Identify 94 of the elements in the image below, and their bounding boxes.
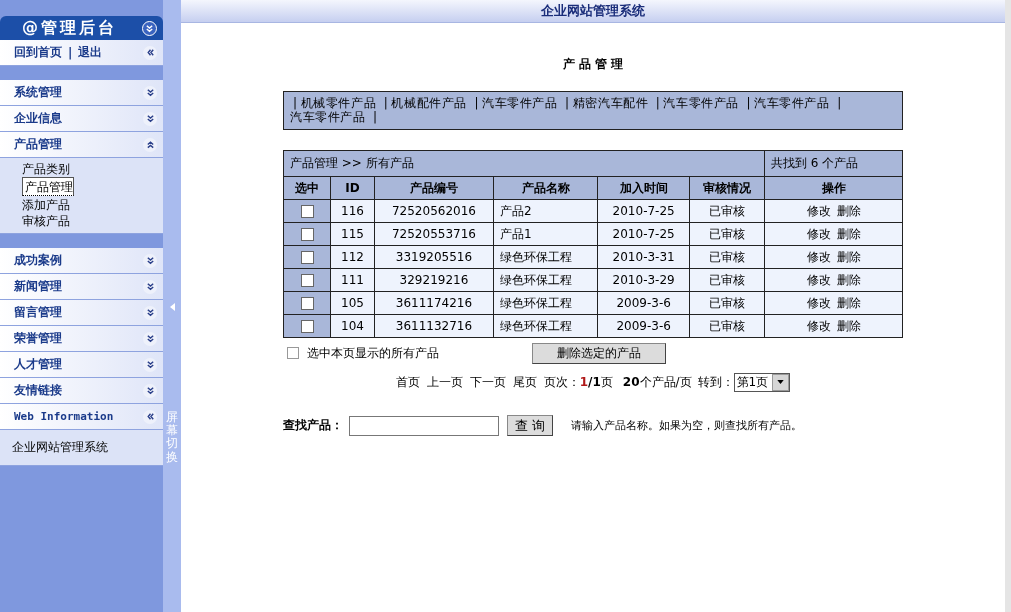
submenu-item[interactable]: 添加产品 bbox=[22, 197, 70, 213]
sidebar-section[interactable]: 企业信息 bbox=[0, 106, 163, 132]
sidebar-section[interactable]: 人才管理 bbox=[0, 352, 163, 378]
sidebar-section[interactable]: 成功案例 bbox=[0, 248, 163, 274]
quick-link[interactable]: 回到首页 bbox=[14, 44, 62, 61]
pagination-link[interactable]: 尾页 bbox=[512, 373, 537, 391]
current-page: 1 bbox=[579, 375, 589, 389]
sidebar-section[interactable]: 产品管理 bbox=[0, 132, 163, 158]
table-cell: 72520562016 bbox=[374, 199, 494, 223]
column-header: 产品编号 bbox=[374, 176, 494, 200]
page-select[interactable]: 第1页 bbox=[733, 372, 791, 392]
pagination-link[interactable]: 首页 bbox=[395, 373, 420, 391]
table-cell: 3611174216 bbox=[374, 291, 494, 315]
chevron-icon bbox=[143, 383, 157, 398]
action-link[interactable]: 修改 bbox=[806, 295, 831, 310]
submenu-item[interactable]: 审核产品 bbox=[22, 213, 70, 229]
pagination-link[interactable]: 上一页 bbox=[426, 373, 463, 391]
chevron-icon bbox=[143, 85, 157, 100]
sidebar-section[interactable]: 友情链接 bbox=[0, 378, 163, 404]
site-title: 企业网站管理系统 bbox=[541, 2, 645, 20]
chevron-icon bbox=[143, 253, 157, 268]
submenu-item[interactable]: 产品管理 bbox=[22, 177, 74, 196]
chevron-icon bbox=[143, 305, 157, 320]
table-cell: 72520553716 bbox=[374, 222, 494, 246]
sidebar-section[interactable]: 荣誉管理 bbox=[0, 326, 163, 352]
action-link[interactable]: 修改 bbox=[806, 226, 831, 241]
separator: | bbox=[293, 96, 298, 110]
result-count: 共找到 6 个产品 bbox=[764, 150, 903, 177]
delete-selected-button[interactable]: 删除选定的产品 bbox=[532, 342, 666, 364]
separator: | bbox=[565, 96, 570, 110]
sidebar-section[interactable]: 新闻管理 bbox=[0, 274, 163, 300]
row-checkbox[interactable] bbox=[300, 297, 314, 310]
row-checkbox[interactable] bbox=[300, 228, 314, 241]
chevron-icon bbox=[143, 357, 157, 372]
chevron-icon bbox=[143, 331, 157, 346]
action-link[interactable]: 删除 bbox=[836, 272, 861, 287]
row-checkbox[interactable] bbox=[300, 274, 314, 287]
sidebar-title: @管理后台 bbox=[22, 17, 117, 39]
action-link[interactable]: 修改 bbox=[806, 318, 831, 333]
separator: | bbox=[373, 110, 378, 124]
per-page-text: 20个产品/页 bbox=[622, 373, 692, 391]
submenu-item[interactable]: 产品类别 bbox=[22, 161, 70, 177]
row-checkbox[interactable] bbox=[300, 251, 314, 264]
sidebar-section[interactable]: Web Information bbox=[0, 404, 163, 430]
table-cell: 3611132716 bbox=[374, 314, 494, 338]
page-title: 产 品 管 理 bbox=[561, 56, 625, 73]
category-link[interactable]: 机械配件产品 bbox=[391, 96, 467, 110]
sidebar-section[interactable]: 系统管理 bbox=[0, 80, 163, 106]
table-cell: 329219216 bbox=[374, 268, 494, 292]
search-button[interactable]: 查 询 bbox=[507, 415, 553, 436]
category-link[interactable]: 汽车零件产品 bbox=[482, 96, 558, 110]
search-hint: 请输入产品名称。如果为空，则查找所有产品。 bbox=[571, 418, 802, 433]
separator: | bbox=[474, 96, 480, 110]
collapse-icon[interactable] bbox=[142, 20, 157, 36]
action-link[interactable]: 删除 bbox=[836, 249, 861, 264]
chevron-icon bbox=[143, 409, 157, 424]
chevron-icon bbox=[143, 279, 157, 294]
chevron-icon bbox=[143, 137, 157, 152]
select-all-label: 选中本页显示的所有产品 bbox=[307, 344, 439, 362]
chevron-icon bbox=[143, 111, 157, 126]
sidebar-section[interactable]: 留言管理 bbox=[0, 300, 163, 326]
category-link[interactable]: 汽车零件产品 bbox=[290, 110, 366, 124]
page-total: /1页 bbox=[588, 373, 613, 391]
quick-link[interactable]: 退出 bbox=[78, 44, 103, 61]
action-link[interactable]: 删除 bbox=[836, 318, 861, 333]
select-all-checkbox[interactable] bbox=[287, 347, 299, 359]
action-link[interactable]: 删除 bbox=[836, 203, 861, 218]
action-link[interactable]: 修改 bbox=[806, 249, 831, 264]
search-field[interactable] bbox=[349, 415, 499, 436]
row-checkbox[interactable] bbox=[300, 205, 314, 218]
action-link[interactable]: 修改 bbox=[806, 272, 831, 287]
separator: | bbox=[68, 45, 73, 60]
page-label: 页次： bbox=[543, 373, 580, 391]
column-header: 操作 bbox=[764, 176, 903, 200]
row-checkbox[interactable] bbox=[300, 320, 314, 333]
collapse-left-icon[interactable] bbox=[143, 45, 157, 60]
submenu-item[interactable]: 企业网站管理系统 bbox=[12, 439, 108, 455]
action-link[interactable]: 删除 bbox=[836, 226, 861, 241]
category-link[interactable]: 汽车零件产品 bbox=[663, 96, 739, 110]
action-link[interactable]: 删除 bbox=[836, 295, 861, 310]
separator: | bbox=[383, 96, 389, 110]
separator: | bbox=[837, 96, 842, 110]
category-link[interactable]: 汽车零件产品 bbox=[754, 96, 830, 110]
separator: | bbox=[746, 96, 752, 110]
table-cell: 3319205516 bbox=[374, 245, 494, 269]
action-link[interactable]: 修改 bbox=[806, 203, 831, 218]
pagination-link[interactable]: 下一页 bbox=[469, 373, 506, 391]
separator: | bbox=[655, 96, 661, 110]
category-link[interactable]: 机械零件产品 bbox=[300, 96, 377, 110]
search-label: 查找产品： bbox=[283, 417, 343, 434]
column-header: 选中 bbox=[283, 176, 331, 200]
category-link[interactable]: 精密汽车配件 bbox=[572, 96, 649, 110]
goto-label: 转到： bbox=[697, 373, 734, 391]
breadcrumb: 产品管理 >> 所有产品 bbox=[283, 150, 765, 177]
